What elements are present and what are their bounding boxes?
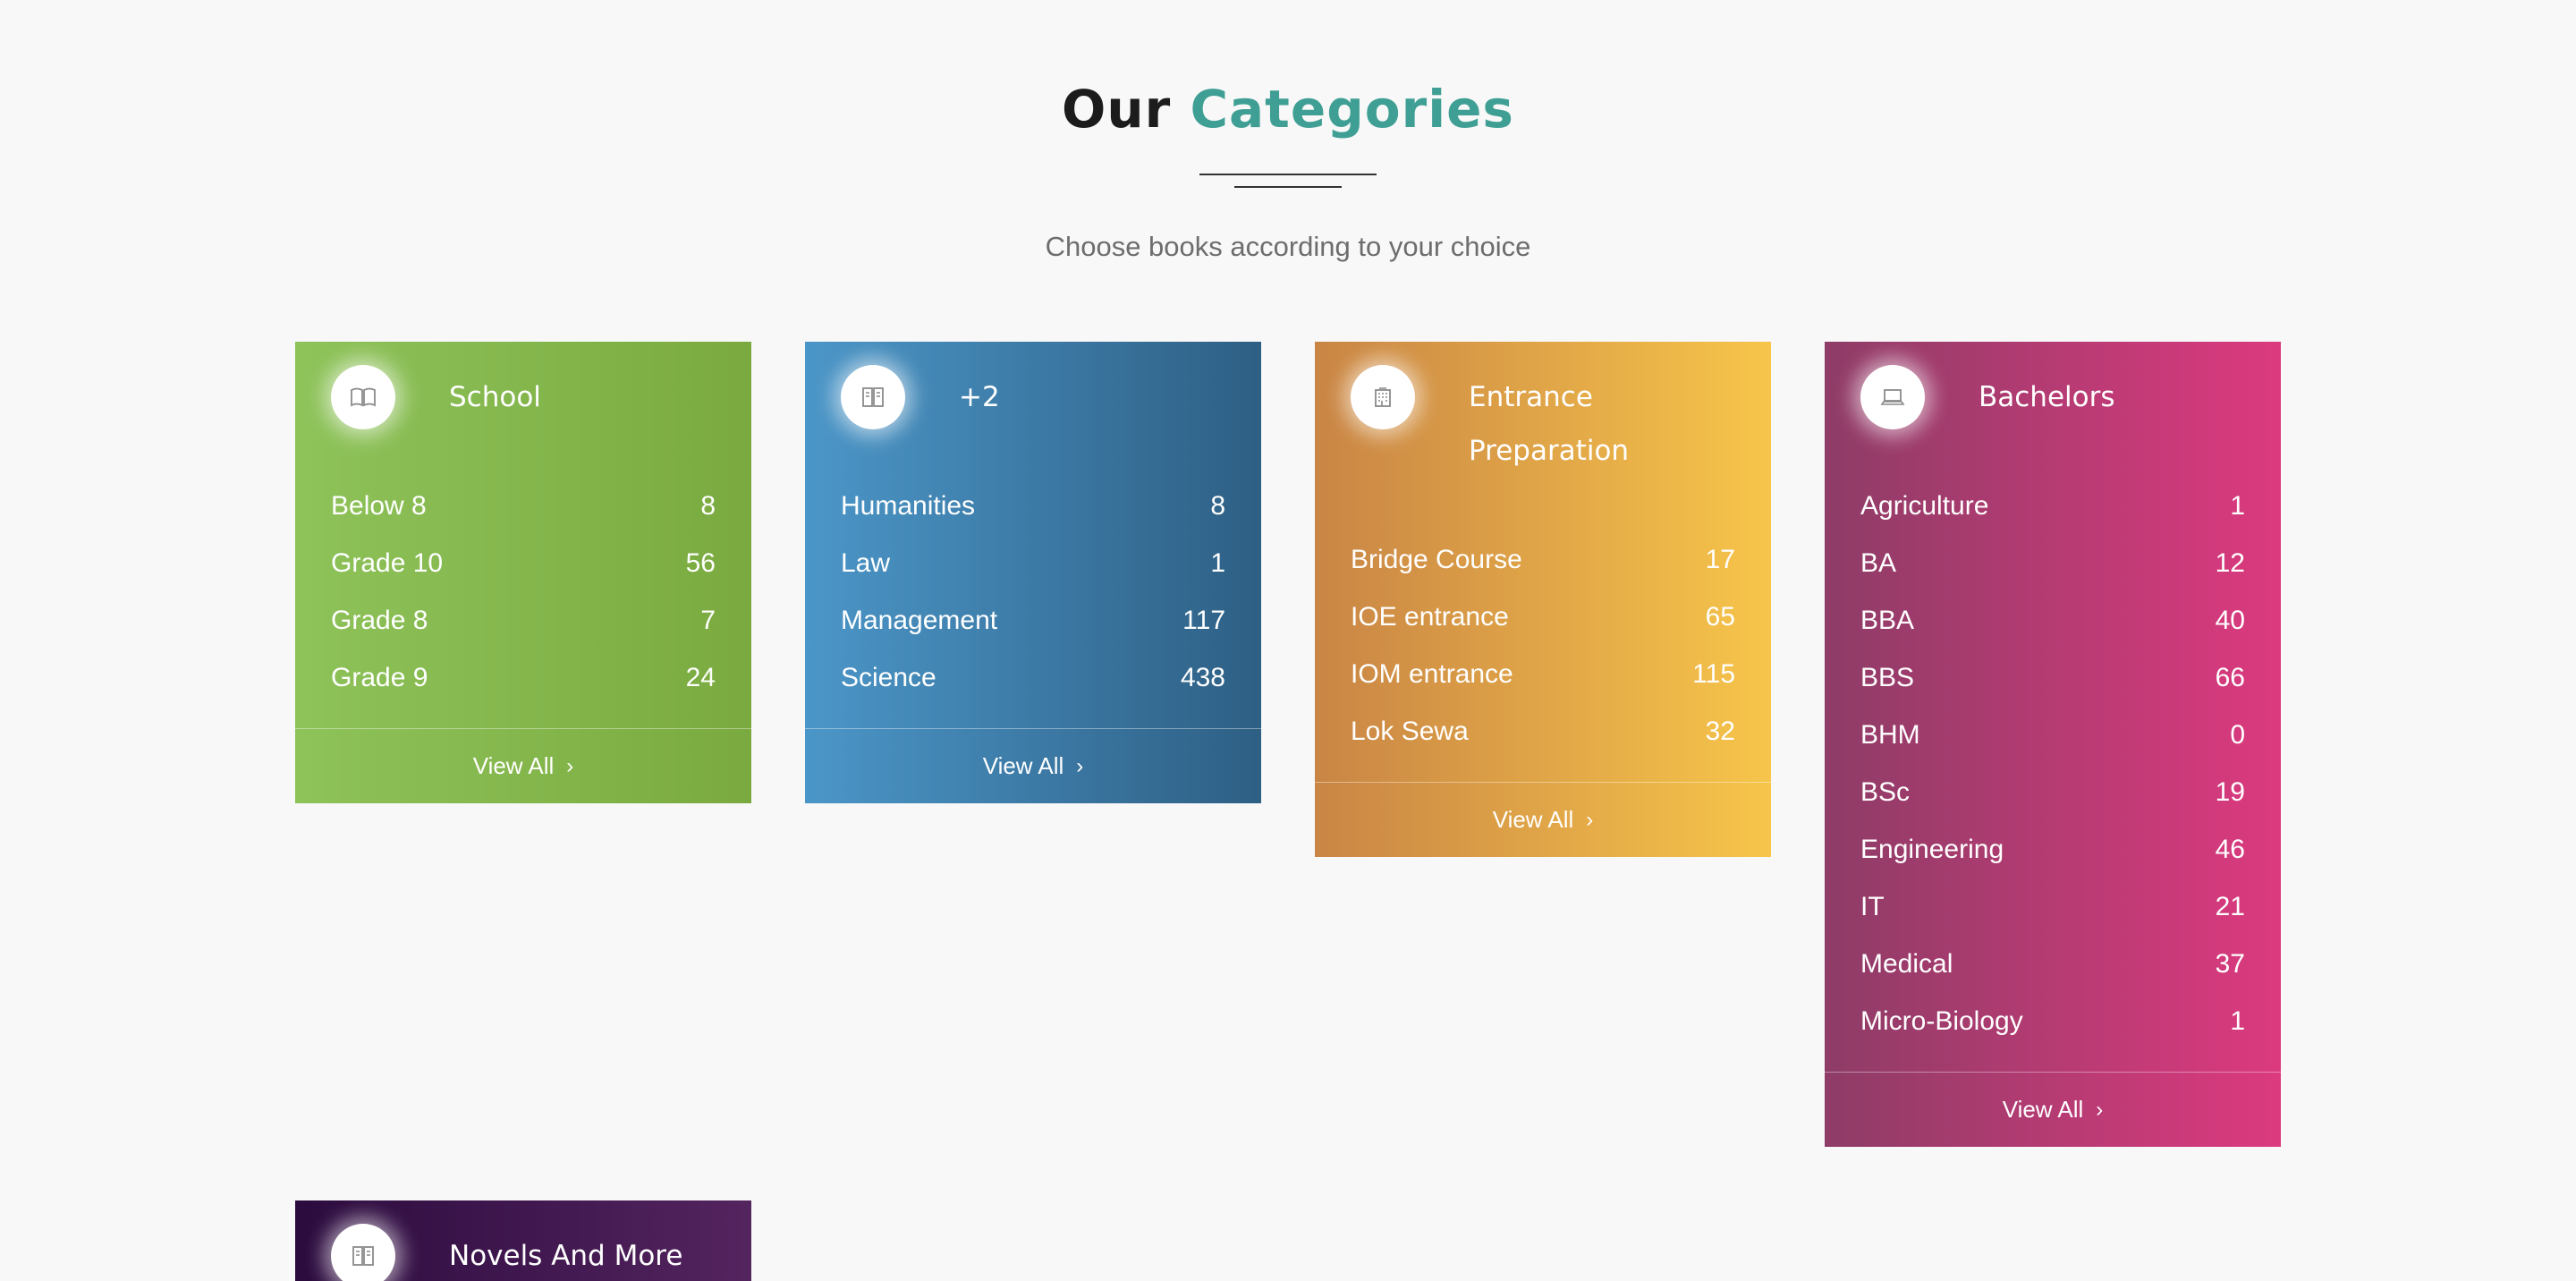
card-title: +2	[959, 381, 1000, 413]
card-title: School	[449, 381, 541, 413]
category-label: IT	[1860, 892, 1885, 921]
title-divider-long	[1199, 174, 1377, 175]
category-row[interactable]: Grade 9 24	[331, 649, 716, 707]
category-count: 115	[1692, 659, 1735, 689]
category-count: 0	[2230, 720, 2245, 750]
category-row[interactable]: IOE entrance 65	[1351, 589, 1735, 646]
category-label: IOE entrance	[1351, 602, 1509, 632]
category-label: Grade 9	[331, 663, 428, 692]
category-label: IOM entrance	[1351, 659, 1513, 689]
category-card-school: School Below 8 8 Grade 10 56 Grade 8 7 Grad…	[295, 342, 751, 803]
category-row[interactable]: Lok Sewa 32	[1351, 703, 1735, 760]
category-row[interactable]: Agriculture 1	[1860, 478, 2245, 535]
chevron-right-icon: ›	[1076, 753, 1084, 778]
category-count: 1	[1210, 548, 1225, 578]
open-book-icon	[331, 365, 395, 429]
view-all-label: View All	[472, 752, 555, 779]
category-row[interactable]: BBA 40	[1860, 592, 2245, 649]
view-all-label: View All	[2002, 1096, 2084, 1123]
category-row[interactable]: IOM entrance 115	[1351, 646, 1735, 703]
category-row[interactable]: BBS 66	[1860, 649, 2245, 707]
category-card-bachelors: Bachelors Agriculture 1 BA 12 BBA 40 BBS 66 …	[1825, 342, 2281, 1147]
category-count: 438	[1180, 663, 1225, 692]
category-row[interactable]: Humanities 8	[841, 478, 1225, 535]
category-count: 24	[685, 663, 716, 692]
category-row[interactable]: Grade 8 7	[331, 592, 716, 649]
category-label: Science	[841, 663, 936, 692]
section-title-accent: Categories	[1190, 79, 1514, 140]
building-icon	[1351, 365, 1415, 429]
card-title: Novels And More	[449, 1240, 683, 1272]
category-count: 65	[1705, 602, 1735, 632]
category-row[interactable]: Micro-Biology 1	[1860, 993, 2245, 1050]
category-row[interactable]: Law 1	[841, 535, 1225, 592]
category-card-novels: Novels And More	[295, 1200, 751, 1281]
laptop-icon	[1860, 365, 1925, 429]
category-card-entrance: Entrance Preparation Bridge Course 17 IOE…	[1315, 342, 1771, 857]
category-row[interactable]: BHM 0	[1860, 707, 2245, 764]
category-count: 56	[685, 548, 716, 578]
category-label: Law	[841, 548, 891, 578]
category-label: BHM	[1860, 720, 1920, 750]
category-label: Micro-Biology	[1860, 1006, 2023, 1036]
category-label: Agriculture	[1860, 491, 1989, 521]
category-label: Management	[841, 606, 998, 635]
view-all-button[interactable]: View All ›	[1315, 782, 1771, 857]
category-label: BBS	[1860, 663, 1915, 692]
category-card-plus2: +2 Humanities 8 Law 1 Management 117 Scienc…	[805, 342, 1261, 803]
section-title: Our Categories	[0, 79, 2576, 140]
card-title: Bachelors	[1979, 381, 2115, 413]
category-row[interactable]: Management 117	[841, 592, 1225, 649]
category-count: 46	[2215, 835, 2245, 864]
category-count: 66	[2215, 663, 2245, 692]
category-label: Humanities	[841, 491, 976, 521]
title-divider-short	[1234, 186, 1342, 188]
category-label: Below 8	[331, 491, 427, 521]
category-row[interactable]: BSc 19	[1860, 764, 2245, 821]
category-row[interactable]: Engineering 46	[1860, 821, 2245, 878]
category-row[interactable]: BA 12	[1860, 535, 2245, 592]
view-all-label: View All	[982, 752, 1064, 779]
category-count: 40	[2215, 606, 2245, 635]
section-title-prefix: Our	[1062, 79, 1172, 140]
book-icon	[841, 365, 905, 429]
category-row[interactable]: Below 8 8	[331, 478, 716, 535]
category-row[interactable]: Science 438	[841, 649, 1225, 707]
category-count: 7	[700, 606, 716, 635]
chevron-right-icon: ›	[566, 753, 574, 778]
category-label: Lok Sewa	[1351, 717, 1469, 746]
chevron-right-icon: ›	[1586, 807, 1594, 832]
category-row[interactable]: Grade 10 56	[331, 535, 716, 592]
view-all-button[interactable]: View All ›	[805, 728, 1261, 803]
category-count: 8	[700, 491, 716, 521]
category-label: BA	[1860, 548, 1897, 578]
category-label: Grade 10	[331, 548, 444, 578]
category-count: 37	[2215, 949, 2245, 979]
category-label: Bridge Course	[1351, 545, 1522, 574]
category-row[interactable]: Medical 37	[1860, 936, 2245, 993]
card-title: Entrance Preparation	[1469, 381, 1630, 467]
category-count: 117	[1182, 606, 1225, 635]
category-label: Engineering	[1860, 835, 2004, 864]
section-subtitle: Choose books according to your choice	[1045, 231, 1531, 262]
category-row[interactable]: Bridge Course 17	[1351, 531, 1735, 589]
category-count: 32	[1705, 717, 1735, 746]
category-label: BSc	[1860, 777, 1911, 807]
category-count: 1	[2230, 1006, 2245, 1036]
view-all-button[interactable]: View All ›	[295, 728, 751, 803]
category-count: 17	[1705, 545, 1735, 574]
category-count: 19	[2215, 777, 2245, 807]
category-label: BBA	[1860, 606, 1915, 635]
category-label: Medical	[1860, 949, 1953, 979]
category-row[interactable]: IT 21	[1860, 878, 2245, 936]
book-icon	[331, 1224, 395, 1281]
category-count: 12	[2215, 548, 2245, 578]
category-label: Grade 8	[331, 606, 428, 635]
category-count: 8	[1210, 491, 1225, 521]
view-all-label: View All	[1492, 806, 1574, 833]
category-count: 21	[2215, 892, 2245, 921]
view-all-button[interactable]: View All ›	[1825, 1072, 2281, 1147]
category-count: 1	[2230, 491, 2245, 521]
chevron-right-icon: ›	[2096, 1097, 2104, 1122]
